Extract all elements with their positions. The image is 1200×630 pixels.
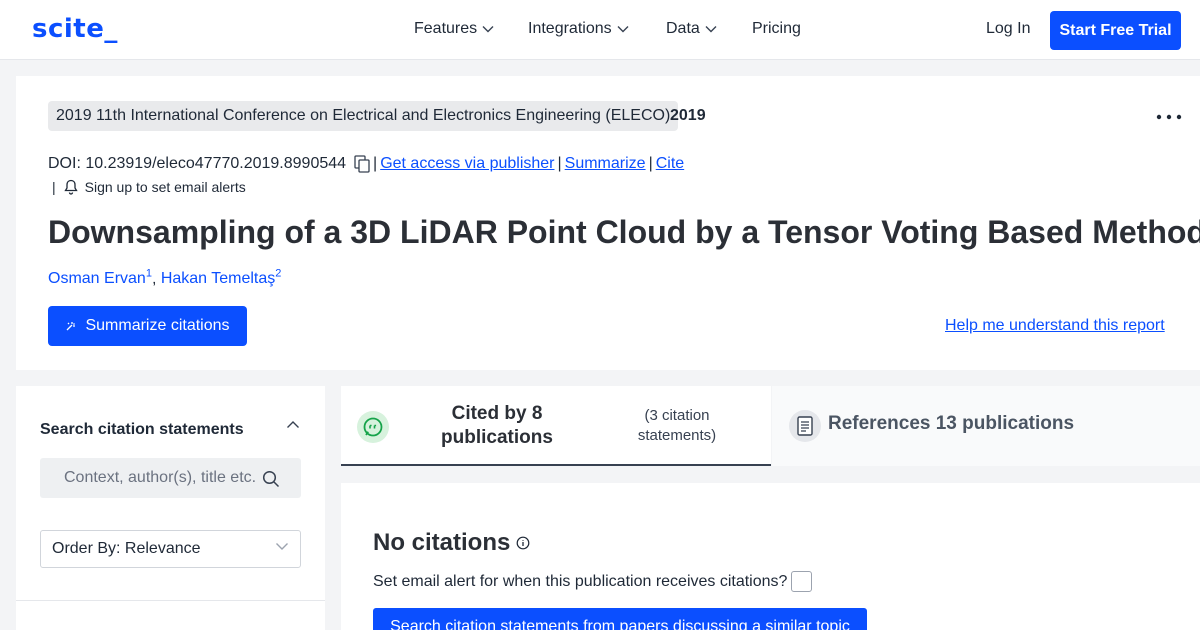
get-access-link[interactable]: Get access via publisher xyxy=(380,155,554,173)
order-by-value: Order By: Relevance xyxy=(52,540,201,557)
search-similar-topic-button[interactable]: Search citation statements from papers d… xyxy=(373,608,867,630)
citation-statements-count: (3 citation statements) xyxy=(637,407,717,444)
paper-title: Downsampling of a 3D LiDAR Point Cloud b… xyxy=(48,214,1200,250)
help-understand-link[interactable]: Help me understand this report xyxy=(945,317,1165,335)
more-options-button[interactable] xyxy=(1156,104,1182,127)
chevron-down-icon xyxy=(705,26,717,33)
nav-pricing-label: Pricing xyxy=(752,20,801,37)
search-icon[interactable] xyxy=(262,470,280,488)
more-dots-icon xyxy=(1156,114,1182,120)
no-citations-label: No citations xyxy=(373,529,511,556)
separator: | xyxy=(557,155,562,172)
references-label: References 13 publications xyxy=(828,413,1075,434)
nav-data[interactable]: Data xyxy=(666,20,717,38)
bell-icon xyxy=(63,179,78,195)
order-by-select[interactable]: Order By: Relevance xyxy=(40,530,301,568)
quote-bubble-icon xyxy=(357,411,389,443)
venue-chip[interactable]: 2019 11th International Conference on El… xyxy=(48,101,679,131)
document-icon xyxy=(789,410,821,442)
citation-alert-question: Set email alert for when this publicatio… xyxy=(373,572,788,590)
email-alert-row[interactable]: | Sign up to set email alerts xyxy=(52,179,246,195)
doi-text: DOI: 10.23919/eleco47770.2019.8990544 xyxy=(48,155,347,172)
cite-link[interactable]: Cite xyxy=(656,155,684,173)
cited-by-label: Cited by 8 publications xyxy=(441,403,553,448)
start-free-trial-button[interactable]: Start Free Trial xyxy=(1050,11,1181,50)
no-citations-heading: No citations xyxy=(373,529,530,557)
summarize-citations-label: Summarize citations xyxy=(85,317,230,334)
copy-icon[interactable] xyxy=(354,155,370,173)
summarize-citations-button[interactable]: Summarize citations xyxy=(48,306,247,346)
sidebar-divider xyxy=(16,600,325,601)
nav-integrations[interactable]: Integrations xyxy=(528,20,629,38)
chevron-down-icon xyxy=(617,26,629,33)
author-link[interactable]: Osman Ervan1 xyxy=(48,268,152,287)
chevron-down-icon xyxy=(276,543,288,550)
login-link[interactable]: Log In xyxy=(986,20,1030,38)
nav-features[interactable]: Features xyxy=(414,20,494,38)
citation-alert-row: Set email alert for when this publicatio… xyxy=(373,571,813,592)
top-navbar: scite_ Features Integrations Data Pricin… xyxy=(0,0,1200,60)
citation-alert-checkbox[interactable] xyxy=(791,571,813,592)
sparkle-icon xyxy=(67,322,76,331)
doi-row: DOI: 10.23919/eleco47770.2019.8990544 | … xyxy=(48,155,684,173)
separator: | xyxy=(52,179,56,195)
info-icon[interactable] xyxy=(516,536,530,550)
nav-pricing[interactable]: Pricing xyxy=(752,20,801,38)
chevron-down-icon xyxy=(482,26,494,33)
chevron-up-icon[interactable] xyxy=(286,420,300,430)
publication-year: 2019 xyxy=(670,107,706,124)
summarize-link[interactable]: Summarize xyxy=(565,155,646,173)
scite-logo[interactable]: scite_ xyxy=(32,14,118,44)
separator: | xyxy=(648,155,653,172)
nav-features-label: Features xyxy=(414,20,478,37)
separator: | xyxy=(373,155,378,172)
nav-integrations-label: Integrations xyxy=(528,20,612,37)
nav-data-label: Data xyxy=(666,20,700,37)
email-alert-label: Sign up to set email alerts xyxy=(84,179,246,195)
author-list: Osman Ervan1, Hakan Temeltaş2 xyxy=(48,268,282,288)
author-link[interactable]: Hakan Temeltaş2 xyxy=(161,268,282,287)
search-citations-heading: Search citation statements xyxy=(40,421,244,438)
